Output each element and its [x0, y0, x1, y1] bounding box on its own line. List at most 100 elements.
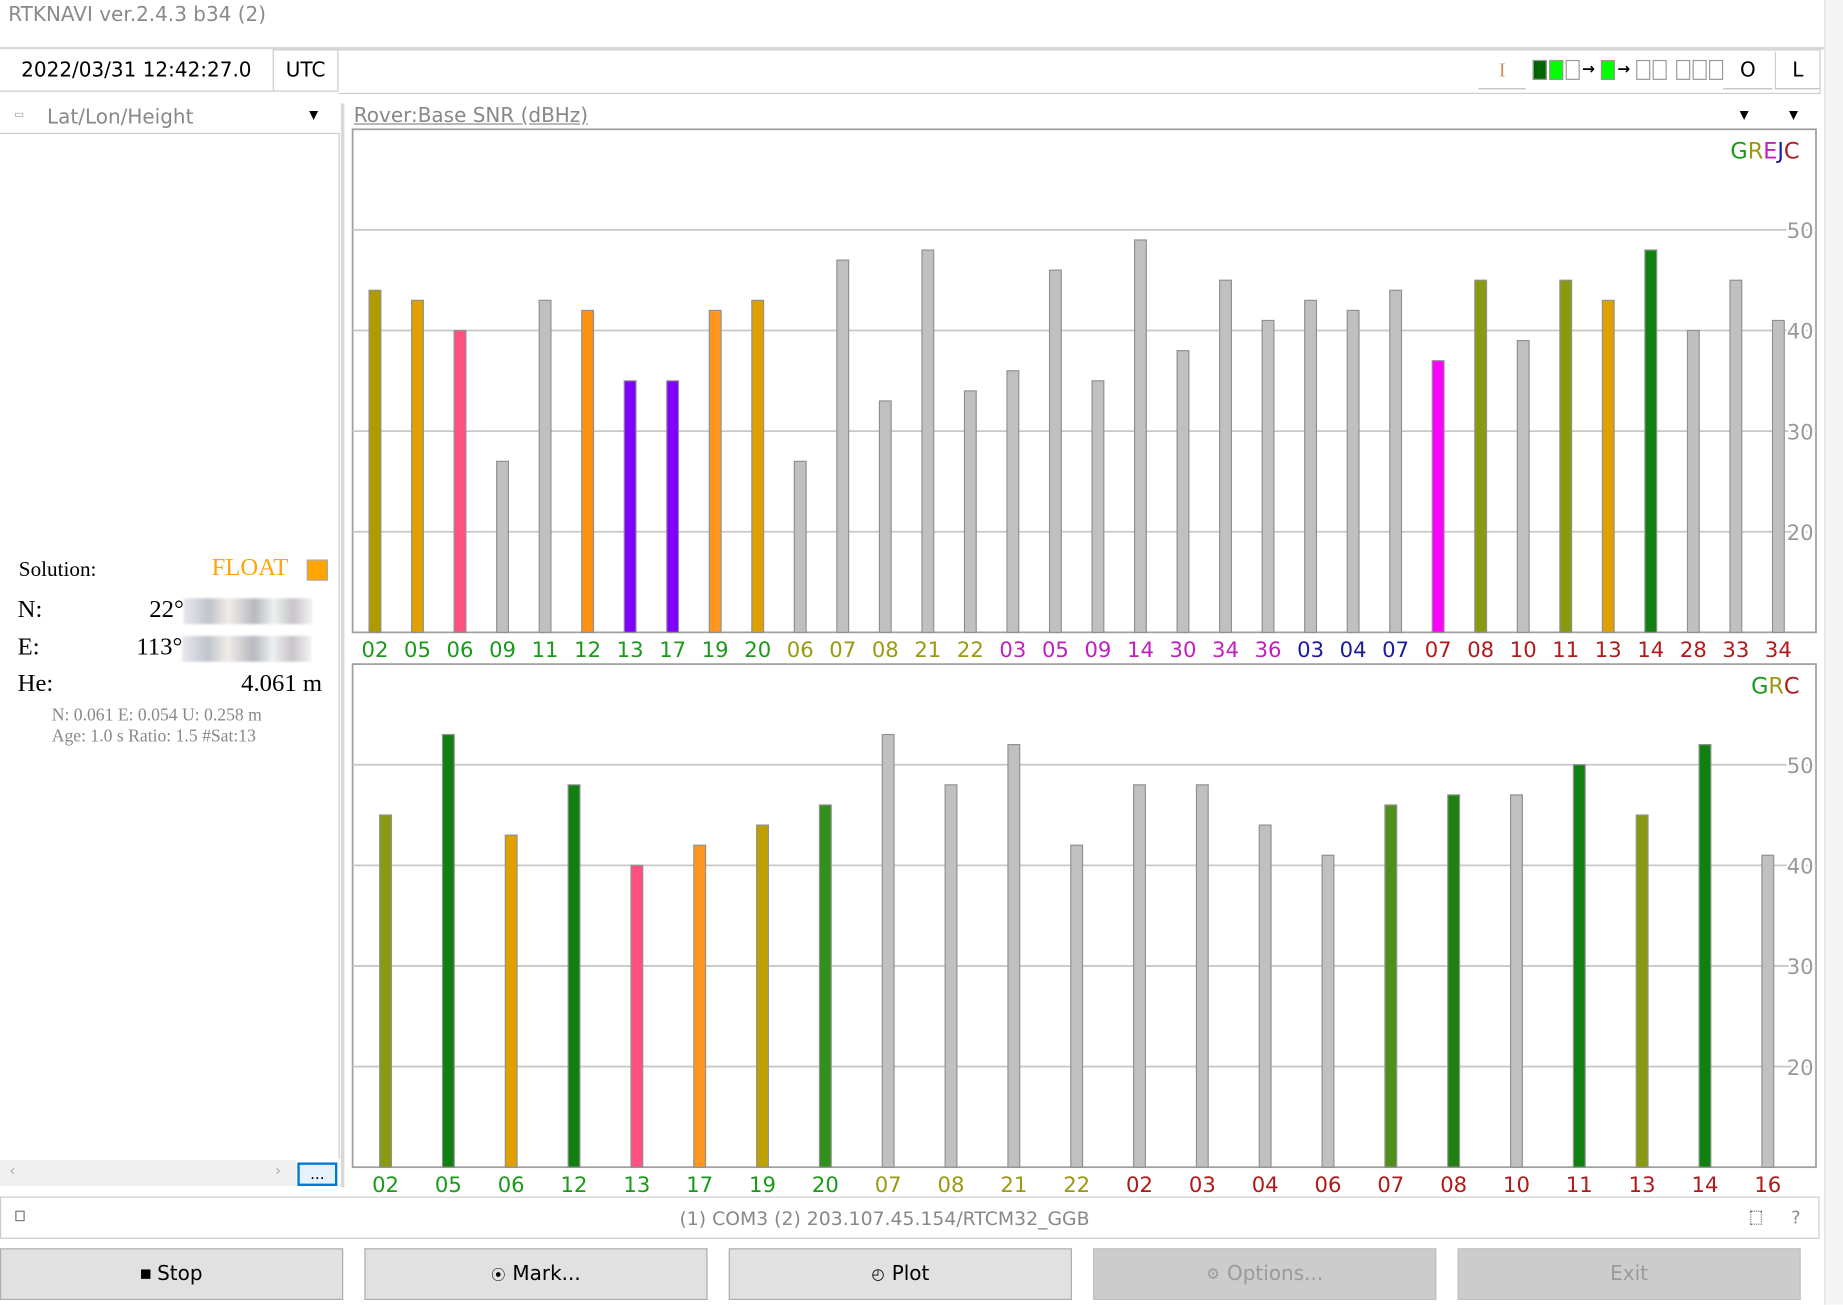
arrow-icon: →: [1582, 61, 1595, 79]
input-stream-button[interactable]: I: [1478, 52, 1526, 90]
satellite-label: 05: [1042, 637, 1069, 662]
satellite-label: 22: [1063, 1172, 1090, 1197]
satellite-label: 02: [372, 1172, 399, 1197]
satellite-label: 28: [1680, 637, 1707, 662]
satellite-label: 02: [361, 637, 388, 662]
snr-bar: [1447, 794, 1461, 1168]
solution-status: FLOAT: [211, 552, 289, 581]
std-dev-line: N: 0.061 E: 0.054 U: 0.258 m: [51, 706, 262, 726]
snr-bar: [1729, 279, 1743, 633]
horizontal-scrollbar[interactable]: ‹ ›: [0, 1160, 297, 1186]
satellite-label: 21: [1000, 1172, 1027, 1197]
y-tick-label: 20: [1787, 1055, 1814, 1080]
snr-bar: [818, 804, 832, 1168]
snr-bar: [793, 460, 807, 633]
stream-status-indicator[interactable]: → →: [1532, 59, 1724, 80]
satellite-label: 06: [1315, 1172, 1342, 1197]
format-select[interactable]: Lat/Lon/Height: [47, 106, 193, 130]
stream-status-box: [1636, 59, 1651, 80]
scroll-left-icon[interactable]: ‹: [9, 1162, 15, 1180]
stream-status-box: [1532, 59, 1547, 80]
stream-status-box: [1600, 59, 1615, 80]
vertical-scrollbar[interactable]: [1824, 0, 1843, 1305]
north-value: 22°: [149, 595, 314, 625]
satellite-label: 13: [623, 1172, 650, 1197]
snr-bar: [1091, 380, 1105, 633]
legend-letter: G: [1751, 673, 1768, 699]
satellite-label: 04: [1252, 1172, 1279, 1197]
snr-bar: [1431, 360, 1445, 633]
rtknavi-window: RTKNAVI ver.2.4.3 b34 (2) 2022/03/31 12:…: [0, 0, 1843, 1305]
time-system-button[interactable]: UTC: [272, 49, 339, 92]
y-tick-label: 40: [1787, 854, 1814, 879]
satellite-label: 16: [1754, 1172, 1781, 1197]
snr-bar: [441, 733, 455, 1168]
snr-bar: [1006, 370, 1020, 633]
snr-bar: [881, 733, 895, 1168]
snr-bar: [1048, 269, 1062, 633]
plot-type-dropdown-icon[interactable]: ▼: [1740, 109, 1749, 122]
time-display: 2022/03/31 12:42:27.0: [0, 49, 273, 92]
stream-status-box: [1709, 59, 1724, 80]
age-ratio-line: Age: 1.0 s Ratio: 1.5 #Sat:13: [51, 727, 256, 747]
gear-icon: ⚙: [1206, 1265, 1220, 1283]
arrow-icon: →: [1617, 61, 1631, 79]
snr-bar: [693, 844, 707, 1168]
plot-button[interactable]: ◴ Plot: [728, 1248, 1072, 1300]
satellite-label: 11: [1552, 637, 1579, 662]
satellite-label: 03: [999, 637, 1026, 662]
satellite-label: 36: [1255, 637, 1282, 662]
satellite-label: 08: [1440, 1172, 1467, 1197]
legend-letter: R: [1768, 673, 1784, 699]
window-restore-icon[interactable]: [1750, 1210, 1762, 1225]
snr-bar: [1261, 319, 1275, 633]
splitter[interactable]: [340, 103, 345, 1188]
chevron-down-icon[interactable]: ▼: [309, 109, 318, 122]
satellite-label: 20: [812, 1172, 839, 1197]
log-stream-button[interactable]: L: [1774, 51, 1820, 90]
satellite-label: 17: [659, 637, 686, 662]
y-tick-label: 50: [1787, 218, 1814, 243]
stop-button[interactable]: Stop: [0, 1248, 344, 1300]
snr-bar: [1321, 854, 1335, 1168]
legend-letter: J: [1775, 139, 1784, 165]
scroll-right-icon[interactable]: ›: [275, 1162, 281, 1180]
y-tick-label: 40: [1787, 319, 1814, 344]
satellite-label: 12: [574, 637, 601, 662]
options-label: Options...: [1227, 1262, 1324, 1286]
snr-bar: [921, 249, 935, 633]
legend-letter: R: [1748, 139, 1764, 165]
satellite-label: 04: [1340, 637, 1367, 662]
snr-bar: [538, 299, 552, 633]
plot-icon: ◴: [871, 1265, 885, 1283]
stream-status-box: [1676, 59, 1691, 80]
more-button[interactable]: ...: [297, 1162, 338, 1186]
constellation-legend: GREJC: [1730, 139, 1799, 165]
satellite-label: 07: [829, 637, 856, 662]
satellite-label: 13: [617, 637, 644, 662]
snr-bar: [1007, 744, 1021, 1168]
plot-type-title[interactable]: Rover:Base SNR (dBHz): [354, 105, 588, 129]
output-stream-button[interactable]: O: [1723, 52, 1773, 90]
snr-bar: [944, 784, 958, 1168]
snr-bar: [496, 460, 510, 633]
plot-option-dropdown-icon[interactable]: ▼: [1789, 109, 1798, 122]
solution-status-indicator: [306, 559, 328, 581]
snr-bar: [1133, 784, 1146, 1168]
mark-button[interactable]: ⦿ Mark...: [364, 1248, 708, 1300]
east-label: E:: [17, 632, 40, 661]
snr-bar: [623, 380, 637, 633]
legend-letter: C: [1784, 673, 1800, 699]
snr-bar: [1644, 249, 1658, 633]
exit-button[interactable]: Exit: [1457, 1248, 1801, 1300]
help-button[interactable]: ?: [1791, 1207, 1800, 1228]
snr-bar: [581, 309, 595, 633]
options-button[interactable]: ⚙ Options...: [1093, 1248, 1437, 1300]
snr-bar: [1070, 844, 1084, 1168]
satellite-label: 11: [532, 637, 559, 662]
y-tick-label: 50: [1787, 753, 1814, 778]
satellite-label: 17: [686, 1172, 713, 1197]
legend-letter: G: [1730, 139, 1747, 165]
satellite-label: 12: [561, 1172, 588, 1197]
